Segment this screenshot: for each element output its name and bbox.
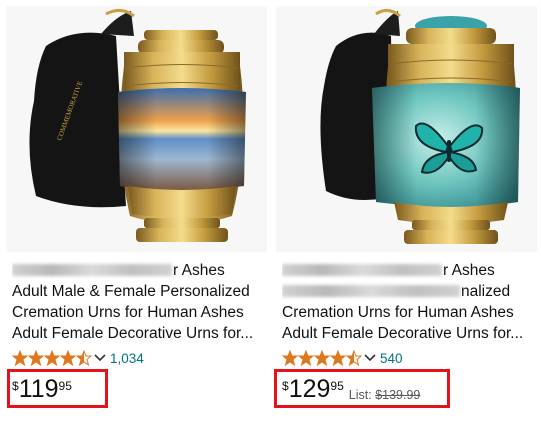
title-line: Cremation Urns for Human Ashes (12, 304, 244, 321)
rating-row-2: 540 (282, 349, 403, 367)
star-rating[interactable] (12, 350, 92, 366)
title-line: Adult Female Decorative Urns for... (282, 325, 524, 342)
blurred-text (12, 264, 172, 276)
product-card-1[interactable]: COMMEMORATIVE r Ashes Adult Male & Femal… (6, 6, 267, 420)
title-line: Cremation Urns for Human Ashes (282, 304, 514, 321)
product-image-2[interactable] (276, 6, 537, 252)
blurred-text (282, 285, 460, 297)
title-text: r Ashes (443, 262, 495, 279)
urn-sunset-image: COMMEMORATIVE (29, 9, 246, 242)
stars-icon (12, 350, 92, 366)
chevron-down-icon[interactable] (364, 353, 376, 363)
chevron-down-icon[interactable] (94, 353, 106, 363)
rating-count-link[interactable]: 540 (380, 351, 403, 366)
product-card-2[interactable]: r Ashes nalized Cremation Urns for Human… (276, 6, 537, 420)
rating-count-link[interactable]: 1,034 (110, 351, 144, 366)
title-line: r Ashes (282, 260, 532, 281)
stars-icon (282, 350, 362, 366)
product-title-2[interactable]: r Ashes nalized Cremation Urns for Human… (282, 260, 532, 344)
price-highlight-box-1 (7, 369, 108, 408)
title-line: nalized (282, 281, 532, 302)
star-rating[interactable] (282, 350, 362, 366)
product-image-1[interactable]: COMMEMORATIVE (6, 6, 267, 252)
price-highlight-box-2 (274, 369, 450, 408)
title-line: Adult Female Decorative Urns for... (12, 325, 254, 342)
rating-row-1: 1,034 (12, 349, 144, 367)
title-text: nalized (461, 283, 511, 300)
product-title-1[interactable]: r Ashes Adult Male & Female Personalized… (12, 260, 262, 344)
title-line: r Ashes (12, 260, 262, 281)
title-text: r Ashes (173, 262, 225, 279)
blurred-text (282, 264, 442, 276)
title-line: Adult Male & Female Personalized (12, 283, 250, 300)
urn-butterfly-image (320, 9, 520, 244)
